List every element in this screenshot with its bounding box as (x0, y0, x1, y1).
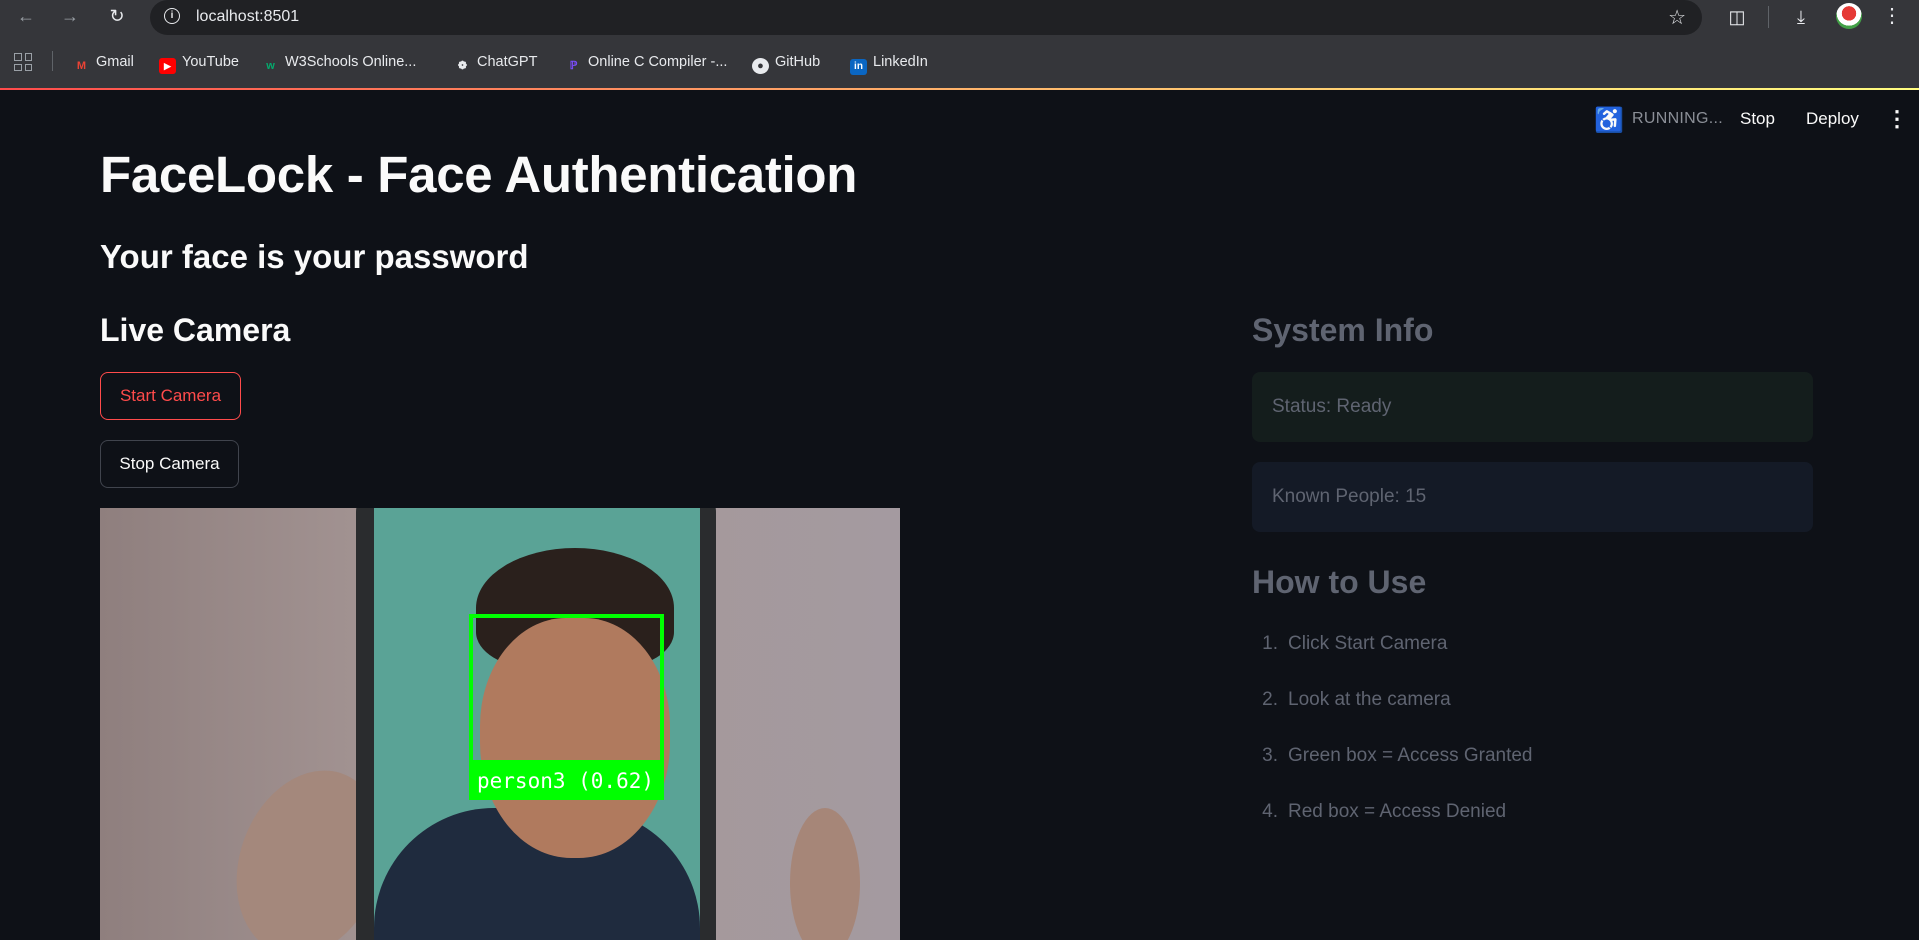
reload-icon[interactable]: ↻ (105, 4, 129, 28)
download-icon[interactable]: ⤓ (1788, 4, 1814, 30)
bookmark-linkedin[interactable]: in LinkedIn (850, 51, 928, 75)
bookmark-youtube[interactable]: ▶ YouTube (159, 51, 239, 74)
face-detection-label: person3 (0.62) (469, 762, 664, 800)
camera-feed: person3 (0.62) (100, 508, 900, 940)
how-to-heading: How to Use (1252, 564, 1427, 600)
gmail-icon: M (76, 60, 87, 72)
bookmark-w3schools[interactable]: w W3Schools Online... (262, 51, 416, 73)
known-people-box: Known People: 15 (1252, 462, 1813, 532)
bookmark-gmail[interactable]: M Gmail (73, 51, 134, 73)
bookmark-chatgpt[interactable]: ❁ ChatGPT (454, 51, 538, 73)
back-icon[interactable]: ← (14, 4, 38, 28)
toolbar-divider (1768, 6, 1769, 28)
profile-avatar[interactable] (1836, 3, 1862, 29)
app-menu-icon[interactable]: ⋮ (1886, 106, 1908, 132)
w3schools-icon: w (266, 60, 275, 72)
address-bar[interactable]: i localhost:8501 ☆ (150, 0, 1702, 35)
apps-grid-icon[interactable] (14, 53, 32, 71)
running-status: RUNNING... (1632, 110, 1723, 127)
chatgpt-icon: ❁ (457, 60, 468, 72)
face-detection-box (469, 614, 664, 764)
browser-menu-icon[interactable]: ⋮ (1882, 3, 1902, 28)
system-info-heading: System Info (1252, 312, 1434, 348)
list-item: 4. Red box = Access Denied (1262, 801, 1507, 822)
bookmark-github[interactable]: ● GitHub (752, 51, 820, 74)
github-icon: ● (752, 58, 769, 74)
forward-icon[interactable]: → (58, 4, 82, 28)
start-camera-button[interactable]: Start Camera (100, 372, 241, 420)
bookmark-online-c-compiler[interactable]: ℙ Online C Compiler -... (565, 51, 728, 73)
bookmarks-divider (52, 51, 53, 71)
youtube-icon: ▶ (159, 58, 176, 74)
extensions-icon[interactable]: ◫ (1724, 4, 1750, 30)
camera-heading: Live Camera (100, 312, 291, 348)
page-title: FaceLock - Face Authentication (100, 146, 858, 203)
compiler-icon: ℙ (569, 60, 578, 72)
url-text[interactable]: localhost:8501 (196, 8, 299, 26)
site-info-icon[interactable]: i (164, 8, 180, 24)
list-item: 1. Click Start Camera (1262, 633, 1448, 654)
list-item: 2. Look at the camera (1262, 689, 1451, 710)
page-subtitle: Your face is your password (100, 238, 529, 275)
browser-toolbar: ← → ↻ i localhost:8501 ☆ ◫ ⤓ ⋮ (0, 0, 1919, 35)
status-box: Status: Ready (1252, 372, 1813, 442)
bookmarks-bar: M Gmail ▶ YouTube w W3Schools Online... ❁ Ch… (0, 47, 1919, 75)
linkedin-icon: in (850, 59, 867, 75)
app-stop-button[interactable]: Stop (1740, 109, 1775, 129)
running-icon: ♿ (1594, 107, 1624, 134)
stop-camera-button[interactable]: Stop Camera (100, 440, 239, 488)
list-item: 3. Green box = Access Granted (1262, 745, 1533, 766)
browser-chrome: ← → ↻ i localhost:8501 ☆ ◫ ⤓ ⋮ M Gmail ▶ Y… (0, 0, 1919, 90)
deploy-button[interactable]: Deploy (1806, 109, 1859, 129)
bookmark-star-icon[interactable]: ☆ (1668, 5, 1686, 30)
